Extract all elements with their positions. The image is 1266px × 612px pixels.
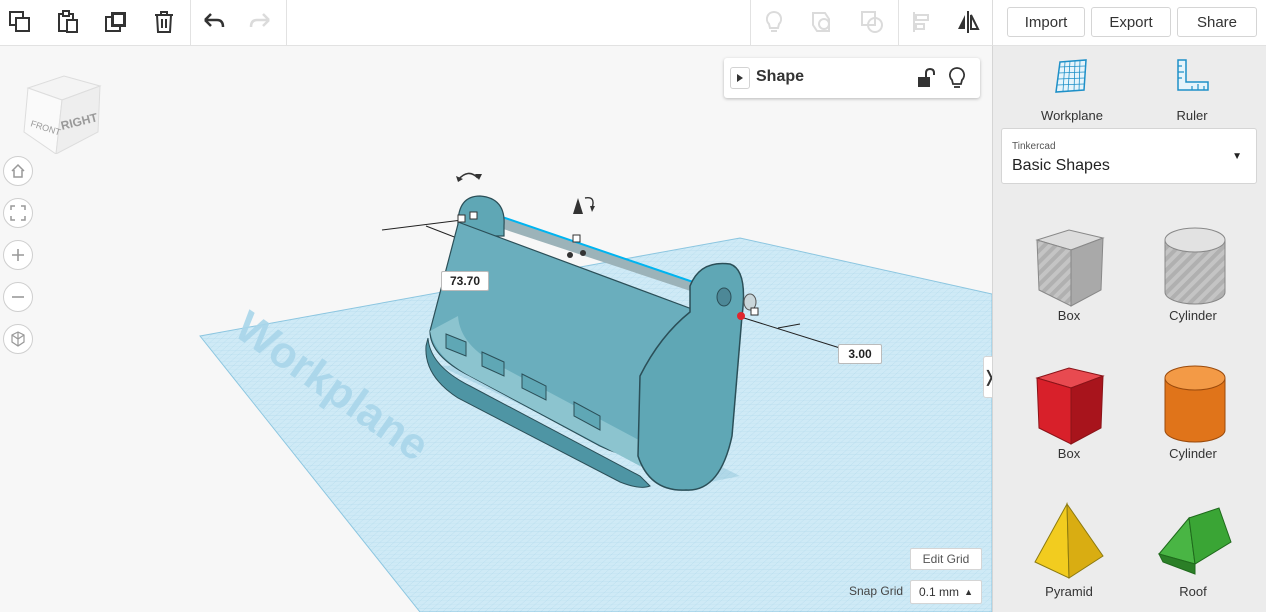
resize-handle[interactable] — [572, 234, 581, 243]
shape-label: Cylinder — [1169, 308, 1217, 323]
view-cube[interactable]: FRONT RIGHT — [22, 74, 102, 155]
group-icon[interactable] — [806, 6, 838, 38]
unlock-icon[interactable] — [914, 67, 936, 89]
selected-handle[interactable] — [737, 312, 745, 320]
library-provider: Tinkercad — [1012, 141, 1056, 152]
snap-grid-value: 0.1 mm — [919, 585, 960, 599]
box-red-icon — [1035, 367, 1105, 445]
redo-icon[interactable] — [244, 6, 276, 38]
snap-grid-select[interactable]: 0.1 mm ▲ — [910, 580, 982, 604]
import-button[interactable]: Import — [1007, 7, 1085, 37]
mirror-icon[interactable] — [952, 6, 984, 38]
viewport-canvas[interactable]: Workplane FRONT RIGHT Shape 73.70 3.00 E… — [0, 46, 992, 612]
caret-up-icon: ▲ — [964, 587, 973, 597]
resize-handle[interactable] — [457, 214, 466, 223]
dropdown-arrow-icon: ▼ — [1232, 151, 1242, 162]
shape-box-red[interactable]: Box — [1009, 352, 1129, 472]
fit-view-button[interactable] — [3, 198, 33, 228]
shape-cylinder-gray[interactable]: Cylinder — [1133, 214, 1253, 334]
main-toolbar — [0, 0, 992, 46]
shape-label: Roof — [1179, 584, 1207, 599]
lift-handle-icon[interactable] — [573, 197, 595, 214]
shapes-sidebar: Workplane Ruler Tinkercad Basic Shapes ▼… — [992, 46, 1266, 612]
shape-label: Pyramid — [1045, 584, 1093, 599]
shape-label: Box — [1057, 446, 1081, 461]
cylinder-orange-icon — [1164, 365, 1226, 443]
shape-panel-toggle[interactable] — [730, 67, 750, 89]
box-gray-icon — [1035, 229, 1105, 307]
home-view-button[interactable] — [3, 156, 33, 186]
workplane-icon — [1055, 59, 1087, 93]
shape-panel-title: Shape — [756, 68, 805, 85]
resize-handle[interactable] — [469, 211, 478, 220]
note-icon[interactable] — [758, 6, 790, 38]
lightbulb-icon[interactable] — [946, 66, 968, 90]
ungroup-icon[interactable] — [856, 6, 888, 38]
workplane-tool-label: Workplane — [1041, 108, 1103, 123]
roof-green-icon — [1158, 507, 1232, 575]
perspective-button[interactable] — [3, 324, 33, 354]
shape-roof-green[interactable]: Roof — [1133, 490, 1253, 610]
offset-dimension-input[interactable]: 3.00 — [838, 344, 882, 364]
edit-grid-button[interactable]: Edit Grid — [910, 548, 982, 570]
export-button[interactable]: Export — [1091, 7, 1171, 37]
zoom-out-button[interactable] — [3, 282, 33, 312]
zoom-in-button[interactable] — [3, 240, 33, 270]
ruler-icon — [1177, 59, 1209, 91]
library-name: Basic Shapes — [1012, 157, 1110, 174]
shape-label: Cylinder — [1169, 446, 1217, 461]
duplicate-icon[interactable] — [100, 6, 132, 38]
shape-inspector: Shape — [724, 58, 980, 98]
workplane-tool[interactable]: Workplane — [1017, 54, 1127, 123]
rotate-handle-icon[interactable] — [456, 172, 482, 182]
shape-library-select[interactable]: Tinkercad Basic Shapes ▼ — [1001, 128, 1257, 184]
undo-icon[interactable] — [198, 6, 230, 38]
header-actions: Import Export Share — [992, 0, 1266, 46]
ruler-tool[interactable]: Ruler — [1137, 54, 1247, 123]
paste-icon[interactable] — [52, 6, 84, 38]
pyramid-yellow-icon — [1034, 502, 1104, 579]
shape-cylinder-orange[interactable]: Cylinder — [1133, 352, 1253, 472]
copy-icon[interactable] — [4, 6, 36, 38]
delete-icon[interactable] — [148, 6, 180, 38]
snap-grid-label: Snap Grid — [849, 584, 904, 598]
shape-box-gray[interactable]: Box — [1009, 214, 1129, 334]
ruler-tool-label: Ruler — [1176, 108, 1208, 123]
align-icon[interactable] — [906, 6, 938, 38]
collapse-panel-chevron-icon[interactable]: ❭ — [983, 356, 992, 398]
length-dimension-input[interactable]: 73.70 — [441, 271, 489, 291]
cylinder-gray-icon — [1164, 227, 1226, 305]
shape-label: Box — [1057, 308, 1081, 323]
shape-pyramid-yellow[interactable]: Pyramid — [1009, 490, 1129, 610]
share-button[interactable]: Share — [1177, 7, 1257, 37]
workplane-scene: Workplane — [199, 172, 992, 612]
resize-handle[interactable] — [750, 307, 759, 316]
